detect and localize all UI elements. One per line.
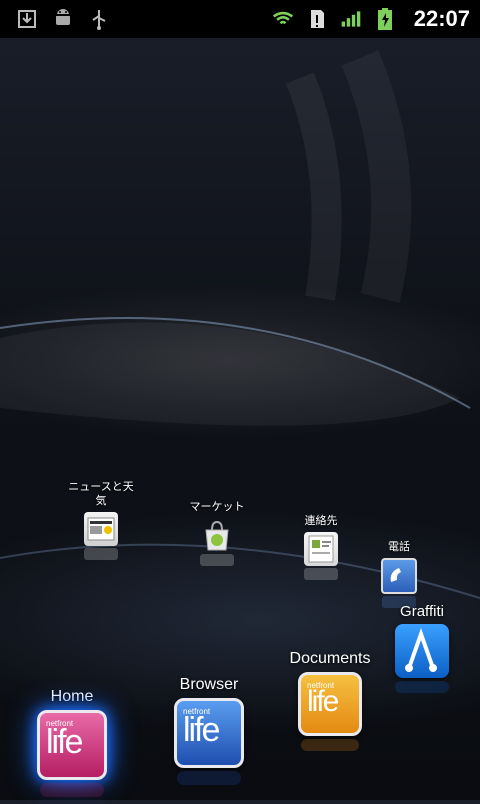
app-news-weather[interactable]: ニュースと天気: [64, 480, 138, 560]
reflection: [177, 771, 241, 785]
sd-card-icon: [306, 8, 328, 30]
signal-icon: [340, 8, 362, 30]
contacts-icon: [304, 532, 338, 566]
app-market-label: マーケット: [189, 500, 245, 513]
netfront-life-home-icon: netfront life: [37, 710, 107, 780]
battery-charging-icon: [374, 8, 396, 30]
reflection: [301, 739, 359, 751]
app-home-label: Home: [50, 688, 94, 705]
reflection: [304, 568, 338, 580]
status-bar[interactable]: 22:07: [0, 0, 480, 38]
android-icon: [52, 8, 74, 30]
netfront-life-documents-icon: netfront life: [298, 672, 362, 736]
app-documents-label: Documents: [289, 650, 371, 667]
app-graffiti[interactable]: Graffiti: [386, 603, 458, 693]
reflection: [40, 783, 104, 797]
download-icon: [16, 8, 38, 30]
icon-text: life: [307, 685, 339, 718]
newspaper-icon: [84, 512, 118, 546]
app-news-weather-label: ニュースと天気: [68, 480, 134, 507]
icon-text: life: [46, 723, 83, 761]
app-phone[interactable]: 電話: [362, 540, 436, 608]
app-contacts[interactable]: 連絡先: [284, 514, 358, 580]
app-documents[interactable]: Documents netfront life: [282, 650, 378, 751]
netfront-life-browser-icon: netfront life: [174, 698, 244, 768]
app-graffiti-label: Graffiti: [400, 603, 444, 620]
app-phone-label: 電話: [388, 540, 410, 553]
phone-icon: [381, 558, 417, 594]
usb-icon: [88, 8, 110, 30]
app-contacts-label: 連絡先: [304, 514, 338, 527]
reflection: [84, 548, 118, 560]
app-browser-label: Browser: [179, 676, 239, 693]
market-icon: [200, 518, 234, 552]
wifi-icon: [272, 8, 294, 30]
app-market[interactable]: マーケット: [180, 500, 254, 566]
reflection: [395, 681, 449, 693]
graffiti-icon: [395, 624, 449, 678]
icon-text: life: [183, 711, 220, 749]
clock: 22:07: [413, 6, 470, 31]
reflection: [200, 554, 234, 566]
app-browser[interactable]: Browser netfront life: [166, 676, 252, 785]
app-home[interactable]: Home netfront life: [30, 688, 114, 797]
